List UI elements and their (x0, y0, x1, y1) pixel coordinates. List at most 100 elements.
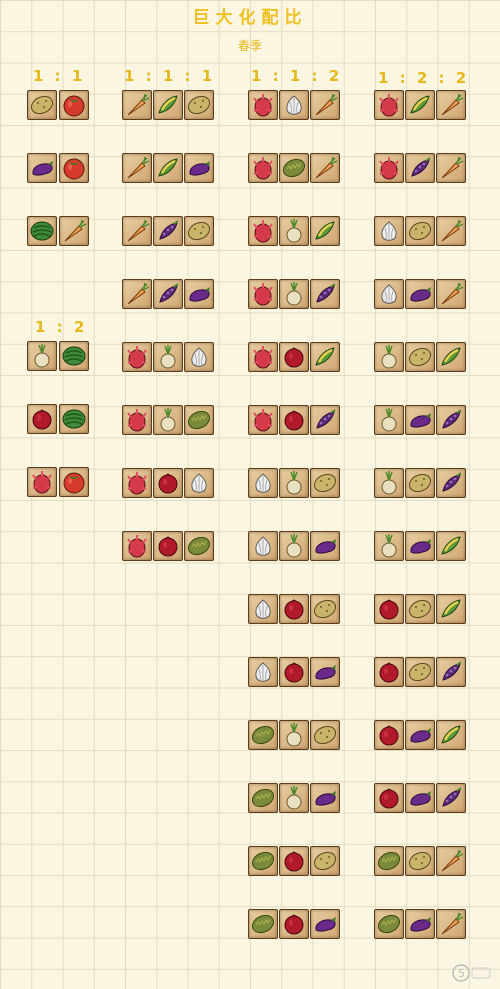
dragonfruit-tile (248, 342, 278, 372)
durian-icon (187, 410, 211, 430)
durian-tile (248, 846, 278, 876)
carrot-icon (127, 156, 150, 179)
dragonfruit-tile (248, 405, 278, 435)
carrot-icon (315, 93, 338, 116)
dragonfruit-tile (27, 467, 57, 497)
carrot-icon (441, 849, 464, 872)
onion-tile (374, 468, 404, 498)
garlic-icon (191, 347, 207, 367)
pomegranate-icon (284, 410, 304, 431)
asparagus-tile (310, 405, 340, 435)
watermelon-tile (59, 404, 89, 434)
corn-icon (158, 158, 178, 177)
pomegranate-tile (279, 405, 309, 435)
corn-icon (158, 95, 178, 114)
eggplant-tile (405, 279, 435, 309)
garlic-tile (184, 342, 214, 372)
durian-icon (251, 851, 275, 871)
carrot-tile (436, 279, 466, 309)
dragonfruit-tile (248, 279, 278, 309)
carrot-icon (64, 219, 87, 242)
asparagus-icon (442, 409, 462, 429)
durian-icon (377, 914, 401, 934)
potato-tile (310, 594, 340, 624)
onion-tile (279, 783, 309, 813)
garlic-icon (286, 95, 302, 115)
pomegranate-icon (284, 599, 304, 620)
asparagus-tile (436, 405, 466, 435)
ratio-label-1-1-1: 1 : 1 : 1 (124, 67, 216, 85)
garlic-tile (279, 90, 309, 120)
potato-icon (408, 221, 432, 241)
asparagus-icon (442, 661, 462, 681)
pomegranate-tile (153, 531, 183, 561)
tomato-icon (63, 472, 85, 494)
ratio-label-1-2: 1 : 2 (35, 318, 88, 336)
potato-tile (405, 594, 435, 624)
potato-tile (184, 90, 214, 120)
watermark-logo: 5 (452, 964, 491, 982)
eggplant-tile (405, 405, 435, 435)
ratio-label-1-1-2: 1 : 1 : 2 (251, 67, 343, 85)
asparagus-icon (159, 283, 179, 303)
carrot-icon (315, 156, 338, 179)
durian-tile (184, 405, 214, 435)
eggplant-tile (405, 531, 435, 561)
pomegranate-tile (279, 909, 309, 939)
garlic-tile (248, 594, 278, 624)
garlic-icon (255, 536, 271, 556)
onion-icon (381, 471, 397, 495)
dragonfruit-tile (374, 90, 404, 120)
corn-icon (441, 725, 461, 744)
eggplant-tile (405, 783, 435, 813)
dragonfruit-icon (32, 471, 52, 494)
garlic-tile (374, 279, 404, 309)
garlic-icon (255, 599, 271, 619)
potato-tile (310, 468, 340, 498)
watermelon-icon (62, 346, 86, 366)
onion-icon (286, 282, 302, 306)
tomato-tile (59, 467, 89, 497)
dragonfruit-tile (374, 153, 404, 183)
durian-tile (248, 909, 278, 939)
garlic-icon (191, 473, 207, 493)
dragonfruit-tile (122, 468, 152, 498)
carrot-tile (122, 279, 152, 309)
potato-icon (408, 347, 432, 367)
onion-icon (381, 345, 397, 369)
eggplant-tile (405, 720, 435, 750)
potato-icon (408, 662, 432, 682)
garlic-tile (184, 468, 214, 498)
corn-tile (310, 216, 340, 246)
eggplant-icon (32, 161, 53, 176)
eggplant-icon (189, 161, 210, 176)
dragonfruit-icon (127, 535, 147, 558)
asparagus-tile (310, 279, 340, 309)
potato-tile (310, 720, 340, 750)
pomegranate-icon (158, 536, 178, 557)
onion-tile (279, 216, 309, 246)
garlic-tile (248, 531, 278, 561)
potato-tile (310, 846, 340, 876)
potato-icon (313, 725, 337, 745)
watermelon-icon (30, 221, 54, 241)
potato-tile (405, 342, 435, 372)
dragonfruit-icon (253, 157, 273, 180)
dragonfruit-tile (248, 153, 278, 183)
season-label: 春季 (237, 39, 262, 53)
carrot-icon (441, 156, 464, 179)
ratio-label-1-1: 1 : 1 (33, 67, 86, 85)
eggplant-icon (315, 665, 336, 680)
potato-tile (405, 846, 435, 876)
pomegranate-tile (374, 594, 404, 624)
dragonfruit-icon (253, 283, 273, 306)
garlic-icon (255, 473, 271, 493)
page-title: 巨大化配比 (192, 8, 308, 28)
carrot-icon (441, 282, 464, 305)
garlic-tile (374, 216, 404, 246)
potato-icon (30, 95, 54, 115)
eggplant-icon (315, 791, 336, 806)
onion-icon (286, 723, 302, 747)
dragonfruit-icon (253, 409, 273, 432)
carrot-icon (127, 93, 150, 116)
